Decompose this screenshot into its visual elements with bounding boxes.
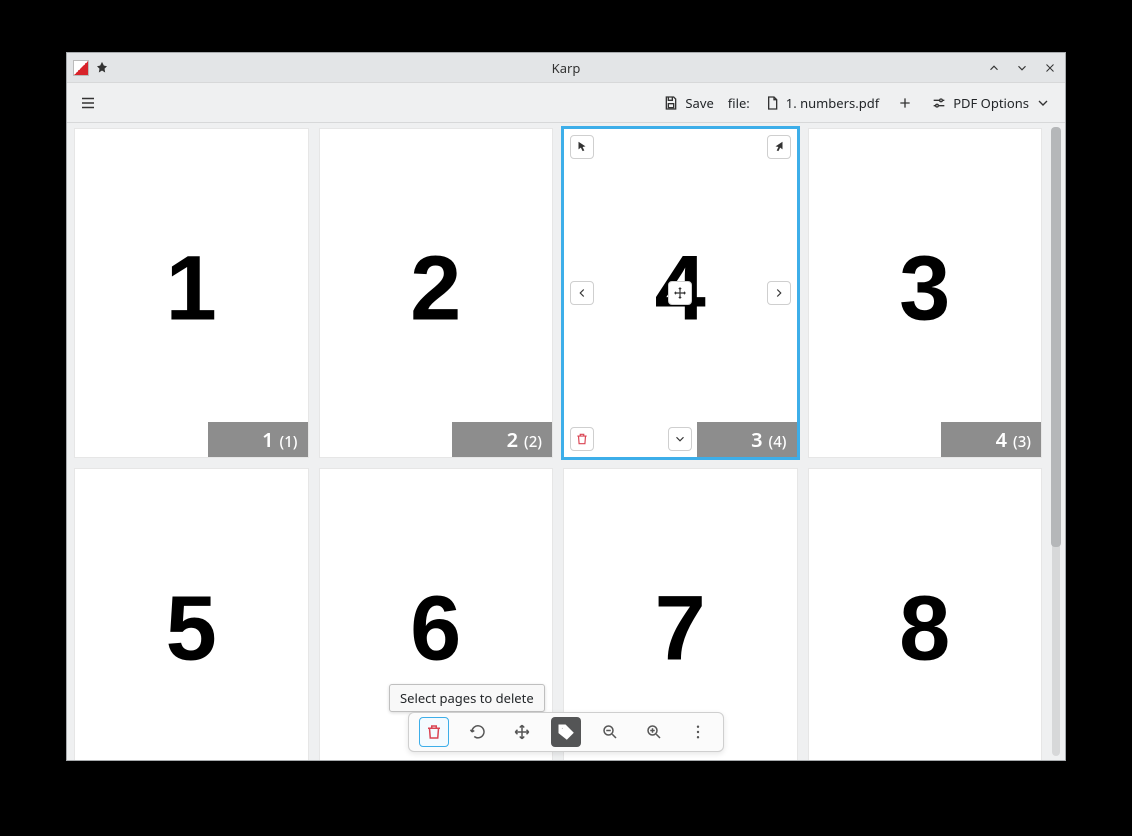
menu-button[interactable]	[77, 92, 99, 114]
page-original-index: (2)	[524, 432, 542, 452]
page-content-number: 8	[809, 582, 1042, 674]
page-content-number: 7	[564, 582, 797, 674]
app-window: Karp Save file: 1. numbers.pdf	[66, 52, 1066, 761]
page-index: 3	[751, 426, 762, 453]
zoom-in-icon	[645, 723, 663, 741]
page-content-number: 1	[75, 242, 308, 334]
floating-toolbar	[408, 712, 724, 752]
delete-page-button[interactable]	[570, 427, 594, 451]
page-grid: 11(1)22(2)43(4)34(3)55(5)66(6)77(7)88(8)	[75, 129, 1041, 760]
minimize-button[interactable]	[985, 59, 1003, 77]
move-left-button[interactable]	[570, 281, 594, 305]
document-icon	[764, 95, 780, 111]
page-index-badge: 3 (4)	[697, 422, 797, 457]
expand-button[interactable]	[668, 427, 692, 451]
content-area: 11(1)22(2)43(4)34(3)55(5)66(6)77(7)88(8)…	[67, 123, 1065, 760]
page-content-number: 3	[809, 242, 1042, 334]
pointer-icon	[575, 140, 589, 154]
page-content-number: 6	[320, 582, 553, 674]
tooltip: Select pages to delete	[389, 684, 545, 712]
move-icon	[513, 723, 531, 741]
app-icon	[73, 60, 89, 76]
page-index-badge: 1 (1)	[208, 422, 308, 457]
page-index: 1	[262, 426, 273, 453]
tag-tool-button[interactable]	[551, 717, 581, 747]
toolbar: Save file: 1. numbers.pdf PDF Options	[67, 83, 1065, 123]
pdf-options-label: PDF Options	[953, 94, 1029, 112]
page-index: 2	[507, 426, 518, 453]
move-icon	[673, 286, 687, 300]
plus-icon	[897, 95, 913, 111]
add-button[interactable]	[893, 91, 917, 115]
trash-icon	[425, 723, 443, 741]
page-index-badge: 4 (3)	[941, 422, 1041, 457]
scrollbar-thumb[interactable]	[1051, 127, 1061, 547]
scrollbar[interactable]	[1049, 127, 1063, 756]
page-original-index: (4)	[769, 432, 787, 452]
zoom-in-button[interactable]	[639, 717, 669, 747]
more-button[interactable]	[683, 717, 713, 747]
select-end-button[interactable]	[767, 135, 791, 159]
delete-tool-button[interactable]	[419, 717, 449, 747]
trash-icon	[575, 432, 589, 446]
window-title: Karp	[67, 59, 1065, 77]
chevron-left-icon	[575, 286, 589, 300]
pdf-options-button[interactable]: PDF Options	[927, 90, 1055, 116]
move-right-button[interactable]	[767, 281, 791, 305]
page-thumbnail[interactable]: 43(4)	[564, 129, 797, 457]
page-content-number: 2	[320, 242, 553, 334]
page-thumbnail[interactable]: 55(5)	[75, 469, 308, 760]
file-button[interactable]: 1. numbers.pdf	[760, 90, 883, 116]
page-index: 4	[996, 426, 1007, 453]
kebab-icon	[689, 723, 707, 741]
maximize-button[interactable]	[1013, 59, 1031, 77]
select-start-button[interactable]	[570, 135, 594, 159]
page-thumbnail[interactable]: 2 2 (2)	[320, 129, 553, 457]
save-label: Save	[685, 94, 713, 112]
rotate-icon	[469, 723, 487, 741]
page-thumbnail[interactable]: 88(8)	[809, 469, 1042, 760]
filename-label: 1. numbers.pdf	[786, 94, 879, 112]
rotate-tool-button[interactable]	[463, 717, 493, 747]
page-original-index: (3)	[1013, 432, 1031, 452]
page-thumbnail[interactable]: 1 1 (1)	[75, 129, 308, 457]
pointer-icon	[772, 140, 786, 154]
close-button[interactable]	[1041, 59, 1059, 77]
chevron-down-icon	[673, 432, 687, 446]
page-content-number: 5	[75, 582, 308, 674]
chevron-down-icon	[1035, 95, 1051, 111]
save-icon	[663, 95, 679, 111]
sliders-icon	[931, 95, 947, 111]
page-original-index: (1)	[280, 432, 298, 452]
zoom-out-button[interactable]	[595, 717, 625, 747]
page-index-badge: 2 (2)	[452, 422, 552, 457]
zoom-out-icon	[601, 723, 619, 741]
drag-handle[interactable]	[668, 281, 692, 305]
pin-icon[interactable]	[95, 61, 109, 75]
tooltip-text: Select pages to delete	[400, 689, 534, 707]
move-tool-button[interactable]	[507, 717, 537, 747]
save-button[interactable]: Save	[659, 90, 717, 116]
tag-icon	[557, 723, 575, 741]
page-thumbnail[interactable]: 3 4 (3)	[809, 129, 1042, 457]
chevron-right-icon	[772, 286, 786, 300]
file-label: file:	[728, 94, 750, 112]
titlebar: Karp	[67, 53, 1065, 83]
